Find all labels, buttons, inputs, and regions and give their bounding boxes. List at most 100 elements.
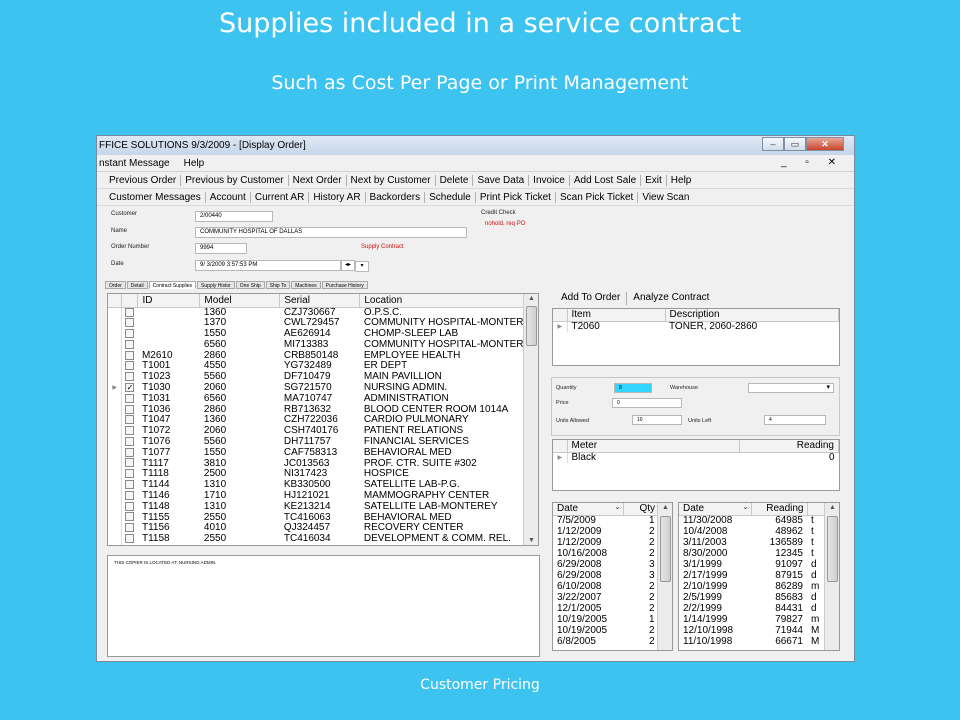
table-row[interactable]: 11/30/2008 64985 t bbox=[679, 515, 826, 526]
machines-scrollbar[interactable]: ▲ ▼ bbox=[523, 294, 538, 545]
col-header-model[interactable]: Model bbox=[199, 294, 281, 308]
scroll-up-arrow[interactable]: ▲ bbox=[825, 504, 839, 511]
toolbar-exit-button[interactable]: Exit bbox=[641, 174, 667, 186]
toolbar-view-scan-button[interactable]: View Scan bbox=[638, 192, 693, 203]
col-header-meter[interactable]: Meter bbox=[567, 440, 740, 453]
toolbar-previous-by-customer-button[interactable]: Previous by Customer bbox=[181, 174, 289, 186]
tab-detail[interactable]: Detail bbox=[126, 281, 148, 289]
row-selector[interactable] bbox=[108, 393, 123, 405]
row-selector[interactable] bbox=[108, 360, 123, 372]
toolbar-delete-button[interactable]: Delete bbox=[436, 174, 474, 186]
col-header-id[interactable]: ID bbox=[137, 294, 201, 308]
table-row[interactable]: T1077 1550 CAF758313 BEHAVIORAL MED bbox=[108, 447, 524, 459]
analyze-contract-button[interactable]: Analyze Contract bbox=[627, 292, 715, 305]
menu-instant-message[interactable]: nstant Message bbox=[99, 158, 170, 169]
scroll-up-arrow[interactable]: ▲ bbox=[658, 504, 672, 511]
table-row[interactable]: T1036 2860 RB713632 BLOOD CENTER ROOM 1014A bbox=[108, 404, 524, 415]
table-row[interactable]: 2/2/1999 84431 d bbox=[679, 603, 826, 614]
toolbar-previous-order-button[interactable]: Previous Order bbox=[105, 174, 182, 186]
col-header-description[interactable]: Description bbox=[665, 309, 839, 322]
table-row[interactable]: 3/11/2003 136589 t bbox=[679, 537, 826, 548]
table-row[interactable]: T1001 4550 YG732489 ER DEPT bbox=[108, 360, 524, 372]
units-left-field[interactable]: 4 bbox=[764, 415, 826, 425]
close-button[interactable]: ✕ bbox=[806, 137, 844, 151]
col-header-readings-date[interactable]: Date ⌄ bbox=[679, 503, 752, 516]
table-row[interactable]: 6560 MI713383 COMMUNITY HOSPITAL-MONTER bbox=[108, 339, 524, 351]
table-row[interactable]: 3/1/1999 91097 d bbox=[679, 559, 826, 570]
row-checkbox[interactable] bbox=[125, 469, 135, 479]
table-row[interactable]: 12/1/2005 2 bbox=[553, 603, 659, 614]
table-row[interactable]: ▶ ✓ T1030 2060 SG721570 NURSING ADMIN. bbox=[108, 382, 524, 394]
row-selector[interactable]: ▶ bbox=[553, 452, 568, 463]
table-row[interactable]: T1155 2550 TC416063 BEHAVIORAL MED bbox=[108, 512, 524, 523]
table-row[interactable]: ▶ Black 0 bbox=[553, 452, 839, 463]
table-row[interactable]: 1550 AE626914 CHOMP-SLEEP LAB bbox=[108, 328, 524, 340]
row-selector[interactable] bbox=[108, 307, 123, 318]
row-checkbox[interactable] bbox=[125, 393, 135, 403]
table-row[interactable]: 1370 CWL729457 COMMUNITY HOSPITAL-MONTER bbox=[108, 317, 524, 329]
row-selector[interactable] bbox=[108, 447, 123, 459]
tab-contract-supplies[interactable]: Contract Supplies bbox=[148, 281, 197, 289]
row-selector[interactable] bbox=[108, 522, 123, 534]
row-selector[interactable] bbox=[108, 501, 123, 513]
maximize-button[interactable]: ▭ bbox=[784, 137, 806, 151]
table-row[interactable]: T1072 2060 CSH740176 PATIENT RELATIONS bbox=[108, 425, 524, 437]
row-checkbox[interactable] bbox=[125, 512, 135, 522]
warehouse-select[interactable]: ▾ bbox=[748, 383, 834, 393]
row-selector[interactable] bbox=[108, 533, 123, 545]
mdi-controls[interactable]: _ ▫ ✕ bbox=[781, 157, 844, 168]
row-selector[interactable]: ▶ bbox=[108, 382, 123, 394]
toolbar-customer-messages-button[interactable]: Customer Messages bbox=[105, 191, 206, 203]
table-row[interactable]: T1047 1360 CZH722036 CARDIO PULMONARY bbox=[108, 414, 524, 426]
col-header-location[interactable]: Location bbox=[359, 294, 524, 308]
order-number-field[interactable]: 9994 bbox=[195, 243, 247, 254]
tab-ship-to[interactable]: Ship To bbox=[265, 281, 291, 289]
toolbar-save-data-button[interactable]: Save Data bbox=[473, 174, 530, 186]
row-checkbox[interactable] bbox=[125, 307, 135, 317]
toolbar-scan-pick-ticket-button[interactable]: Scan Pick Ticket bbox=[556, 191, 639, 203]
toolbar-next-order-button[interactable]: Next Order bbox=[289, 174, 347, 186]
row-selector[interactable]: ▶ bbox=[553, 321, 568, 332]
table-row[interactable]: 7/5/2009 1 bbox=[553, 515, 659, 526]
table-row[interactable]: T1156 4010 QJ324457 RECOVERY CENTER bbox=[108, 522, 524, 534]
history-scrollbar[interactable]: ▲ bbox=[657, 503, 672, 650]
table-row[interactable]: 10/4/2008 48962 t bbox=[679, 526, 826, 537]
table-row[interactable]: 3/22/2007 2 bbox=[553, 592, 659, 603]
menu-help[interactable]: Help bbox=[184, 158, 205, 169]
table-row[interactable]: 10/19/2005 1 bbox=[553, 614, 659, 625]
table-row[interactable]: 11/10/1998 66671 M bbox=[679, 636, 826, 647]
table-row[interactable]: 10/19/2005 2 bbox=[553, 625, 659, 636]
table-row[interactable]: ▶ T2060 TONER, 2060-2860 bbox=[553, 321, 839, 332]
scroll-up-arrow[interactable]: ▲ bbox=[524, 295, 538, 302]
row-checkbox[interactable] bbox=[125, 426, 135, 436]
minimize-button[interactable]: – bbox=[762, 137, 784, 151]
tab-one-ship[interactable]: One Ship bbox=[235, 281, 265, 289]
table-row[interactable]: 2/17/1999 87915 d bbox=[679, 570, 826, 581]
table-row[interactable]: 2/5/1999 85683 d bbox=[679, 592, 826, 603]
table-row[interactable]: 1/12/2009 2 bbox=[553, 526, 659, 537]
row-selector[interactable] bbox=[108, 468, 123, 480]
table-row[interactable]: T1144 1310 KB330500 SATELLITE LAB-P.G. bbox=[108, 479, 524, 491]
row-checkbox[interactable] bbox=[125, 415, 135, 425]
date-dropdown-button[interactable]: ▾ bbox=[355, 261, 369, 272]
row-checkbox[interactable]: ✓ bbox=[125, 382, 135, 392]
row-checkbox[interactable] bbox=[125, 372, 135, 382]
toolbar-help-button[interactable]: Help bbox=[667, 175, 696, 186]
row-selector[interactable] bbox=[108, 328, 123, 340]
col-header-readings-reading[interactable]: Reading bbox=[751, 503, 808, 516]
table-row[interactable]: 6/8/2005 2 bbox=[553, 636, 659, 647]
readings-scrollbar[interactable]: ▲ bbox=[824, 503, 839, 650]
row-selector[interactable] bbox=[108, 339, 123, 351]
row-checkbox[interactable] bbox=[125, 458, 135, 468]
table-row[interactable]: 1/14/1999 79827 m bbox=[679, 614, 826, 625]
date-field[interactable]: 9/ 3/2009 3:57:53 PM bbox=[195, 260, 341, 271]
table-row[interactable]: T1117 3810 JC013563 PROF. CTR. SUITE #302 bbox=[108, 458, 524, 469]
toolbar-account-button[interactable]: Account bbox=[206, 191, 251, 203]
toolbar-next-by-customer-button[interactable]: Next by Customer bbox=[347, 174, 436, 186]
table-row[interactable]: T1076 5560 DH711757 FINANCIAL SERVICES bbox=[108, 436, 524, 448]
row-checkbox[interactable] bbox=[125, 328, 135, 338]
tab-machines[interactable]: Machines bbox=[291, 281, 321, 289]
row-checkbox[interactable] bbox=[125, 361, 135, 371]
row-checkbox[interactable] bbox=[125, 534, 135, 544]
row-checkbox[interactable] bbox=[125, 339, 135, 349]
